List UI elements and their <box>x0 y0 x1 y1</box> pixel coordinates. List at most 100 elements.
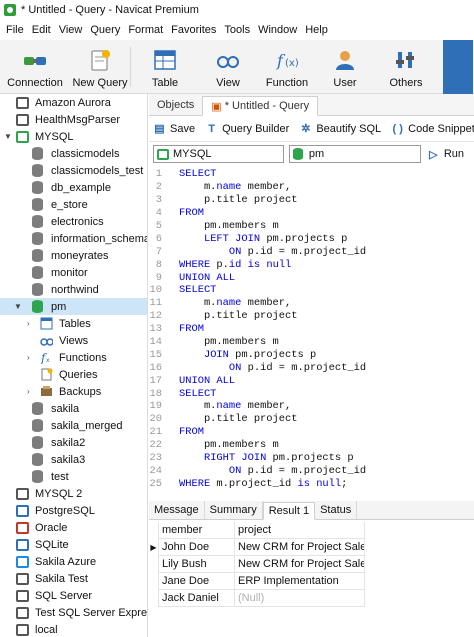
cell-project[interactable]: ERP Implementation <box>235 573 365 590</box>
database-item[interactable]: northwind <box>0 281 147 298</box>
menu-edit[interactable]: Edit <box>28 24 55 36</box>
database-item[interactable]: electronics <box>0 213 147 230</box>
tab-status[interactable]: Status <box>315 501 358 519</box>
database-item[interactable]: e_store <box>0 196 147 213</box>
tab-message[interactable]: Message <box>149 501 205 519</box>
connection-item[interactable]: Sakila Test <box>0 570 147 587</box>
database-item[interactable]: classicmodels <box>0 145 147 162</box>
database-item[interactable]: sakila <box>0 400 147 417</box>
tab-query[interactable]: ▣ * Untitled - Query <box>202 96 319 116</box>
connection-item[interactable]: Test SQL Server Express <box>0 604 147 621</box>
connection-select[interactable]: MYSQL <box>153 145 284 163</box>
chevron-down-icon[interactable]: ▼ <box>14 302 22 311</box>
code-line[interactable]: 5 pm.members m <box>149 220 474 233</box>
code-line[interactable]: 6 LEFT JOIN pm.projects p <box>149 232 474 245</box>
table-row[interactable]: Jane Doe ERP Implementation <box>149 573 474 590</box>
database-item[interactable]: db_example <box>0 179 147 196</box>
connection-item[interactable]: PostgreSQL <box>0 502 147 519</box>
cell-project[interactable]: New CRM for Project Sales <box>235 539 365 556</box>
database-item[interactable]: monitor <box>0 264 147 281</box>
code-line[interactable]: 20 p.title project <box>149 413 474 426</box>
view-button[interactable]: View <box>199 40 257 94</box>
database-item[interactable]: test <box>0 468 147 485</box>
cell-member[interactable]: Jane Doe <box>159 573 235 590</box>
function-button[interactable]: f (x) Function <box>257 40 317 94</box>
code-line[interactable]: 22 pm.members m <box>149 439 474 452</box>
save-button[interactable]: ▤ Save <box>153 122 195 136</box>
code-line[interactable]: 23 RIGHT JOIN pm.projects p <box>149 452 474 465</box>
tree-item-backups[interactable]: › Backups <box>0 383 147 400</box>
menu-tools[interactable]: Tools <box>220 24 254 36</box>
connection-item[interactable]: local <box>0 621 147 637</box>
code-line[interactable]: 25 WHERE m.project_id is null; <box>149 477 474 490</box>
run-button[interactable]: ▷ Run <box>427 148 464 161</box>
cell-member[interactable]: Jack Daniel <box>159 590 235 607</box>
code-line[interactable]: 14 pm.members m <box>149 336 474 349</box>
database-item[interactable]: moneyrates <box>0 247 147 264</box>
tree-item-tables[interactable]: › Tables <box>0 315 147 332</box>
code-line[interactable]: 15 JOIN pm.projects p <box>149 348 474 361</box>
code-line[interactable]: 19 m. name member, <box>149 400 474 413</box>
menu-help[interactable]: Help <box>301 24 332 36</box>
connection-item[interactable]: Oracle <box>0 519 147 536</box>
database-item[interactable]: sakila_merged <box>0 417 147 434</box>
menu-file[interactable]: File <box>2 24 28 36</box>
column-header-project[interactable]: project <box>235 522 365 539</box>
beautify-sql-button[interactable]: ✲ Beautify SQL <box>299 122 381 136</box>
code-line[interactable]: 16 ON p.id = m.project_id <box>149 361 474 374</box>
database-item[interactable]: sakila2 <box>0 434 147 451</box>
database-item[interactable]: information_schema <box>0 230 147 247</box>
code-line[interactable]: 18 SELECT <box>149 387 474 400</box>
chevron-right-icon[interactable]: › <box>27 353 30 362</box>
connection-button[interactable]: Connection <box>0 40 70 94</box>
database-select[interactable]: pm <box>288 145 421 163</box>
tab-objects[interactable]: Objects <box>149 95 202 115</box>
cell-member[interactable]: John Doe <box>159 539 235 556</box>
cell-member[interactable]: Lily Bush <box>159 556 235 573</box>
table-row[interactable]: Lily Bush New CRM for Project Sales <box>149 556 474 573</box>
code-line[interactable]: 10 SELECT <box>149 284 474 297</box>
connection-item[interactable]: SQL Server <box>0 587 147 604</box>
cell-project-null[interactable]: (Null) <box>235 590 365 607</box>
code-line[interactable]: 1 SELECT <box>149 168 474 181</box>
others-button[interactable]: Others <box>373 40 439 94</box>
chevron-right-icon[interactable]: › <box>27 319 30 328</box>
toolbar-overflow[interactable] <box>443 40 473 94</box>
connection-item[interactable]: Sakila Azure <box>0 553 147 570</box>
connection-healthmsgparser[interactable]: HealthMsgParser <box>0 111 147 128</box>
connection-amazon-aurora[interactable]: Amazon Aurora <box>0 94 147 111</box>
menu-window[interactable]: Window <box>254 24 301 36</box>
menu-view[interactable]: View <box>55 24 87 36</box>
database-item[interactable]: sakila3 <box>0 451 147 468</box>
tab-result-1[interactable]: Result 1 <box>262 502 316 520</box>
connection-item[interactable]: MYSQL 2 <box>0 485 147 502</box>
tree-item-functions[interactable]: › fx Functions <box>0 349 147 366</box>
user-button[interactable]: User <box>317 40 373 94</box>
code-line[interactable]: 21 FROM <box>149 426 474 439</box>
column-header-member[interactable]: member <box>159 522 235 539</box>
chevron-right-icon[interactable]: › <box>27 387 30 396</box>
code-line[interactable]: 9 UNION ALL <box>149 271 474 284</box>
code-line[interactable]: 4 FROM <box>149 207 474 220</box>
chevron-down-icon[interactable]: ▼ <box>4 132 12 141</box>
database-item[interactable]: classicmodels_test <box>0 162 147 179</box>
query-builder-button[interactable]: T Query Builder <box>205 122 289 135</box>
code-line[interactable]: 7 ON p.id = m.project_id <box>149 245 474 258</box>
code-line[interactable]: 17 UNION ALL <box>149 374 474 387</box>
sql-editor[interactable]: 1 SELECT 2 m. name member, 3 p.title project… <box>149 168 474 492</box>
code-line[interactable]: 24 ON p.id = m.project_id <box>149 464 474 477</box>
code-line[interactable]: 11 m. name member, <box>149 297 474 310</box>
connection-item[interactable]: SQLite <box>0 536 147 553</box>
cell-project[interactable]: New CRM for Project Sales <box>235 556 365 573</box>
database-item-pm[interactable]: ▼ pm <box>0 298 147 315</box>
tab-summary[interactable]: Summary <box>205 501 263 519</box>
table-row[interactable]: Jack Daniel (Null) <box>149 590 474 607</box>
menu-favorites[interactable]: Favorites <box>167 24 220 36</box>
code-line[interactable]: 12 p.title project <box>149 310 474 323</box>
table-button[interactable]: Table <box>131 40 199 94</box>
menu-query[interactable]: Query <box>86 24 124 36</box>
new-query-button[interactable]: New Query <box>70 40 130 94</box>
code-line[interactable]: 3 p.title project <box>149 194 474 207</box>
connection-mysql[interactable]: ▼ MYSQL <box>0 128 147 145</box>
code-line[interactable]: 2 m. name member, <box>149 181 474 194</box>
